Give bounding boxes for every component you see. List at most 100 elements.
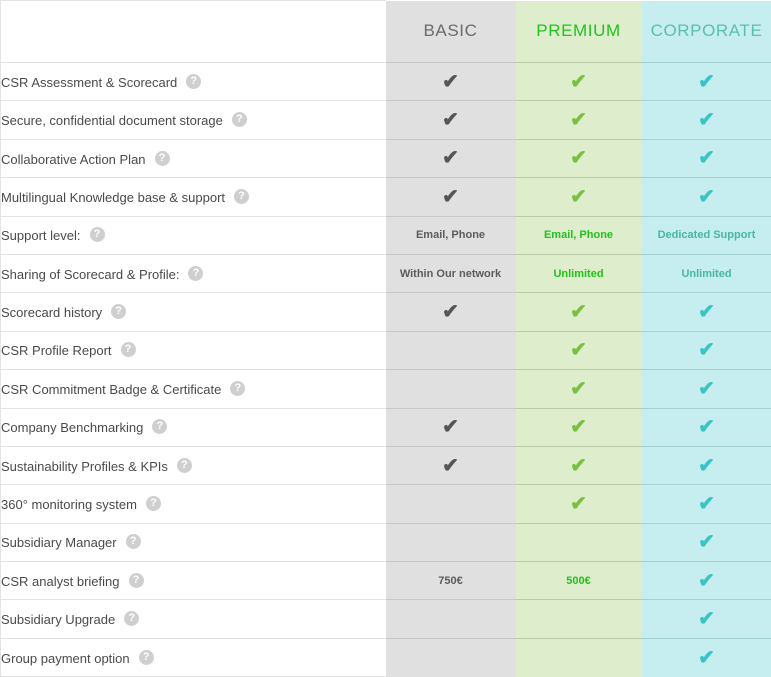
help-icon[interactable]: ? <box>231 112 247 128</box>
check-mark-icon: ✔ <box>570 416 587 439</box>
table-row: CSR Profile Report? ✔ ✔ <box>0 330 771 371</box>
plan-value-text: Unlimited <box>681 267 732 280</box>
feature-label: Sharing of Scorecard & Profile: <box>1 266 180 282</box>
feature-label: 360° monitoring system <box>1 497 137 513</box>
check-mark-icon: ✔ <box>442 301 459 324</box>
plan-cell-premium <box>515 599 642 639</box>
plan-header-basic-label: BASIC <box>423 21 478 41</box>
check-mark-icon: ✔ <box>570 70 587 93</box>
plan-cell-premium: ✔ <box>515 177 642 217</box>
feature-cell: Collaborative Action Plan? <box>0 138 386 179</box>
check-mark-icon: ✔ <box>698 301 715 324</box>
plan-cell-corporate: ✔ <box>641 369 771 409</box>
plan-value-text: 500€ <box>566 574 591 587</box>
help-icon[interactable]: ? <box>138 649 154 665</box>
plan-cell-basic: 750€ <box>385 561 516 600</box>
feature-cell: CSR Profile Report? <box>0 330 386 371</box>
table-row: Sharing of Scorecard & Profile:? Within O… <box>0 253 771 294</box>
plan-comparison-table: BASIC PREMIUM CORPORATE CSR Assessment &… <box>0 0 771 677</box>
empty-value <box>516 524 642 561</box>
plan-cell-corporate: ✔ <box>641 100 771 140</box>
check-mark-icon: ✔ <box>698 339 715 362</box>
feature-label: CSR Assessment & Scorecard <box>1 74 178 90</box>
help-icon[interactable]: ? <box>176 457 192 473</box>
feature-cell: Company Benchmarking? <box>0 407 386 447</box>
feature-cell: Secure, confidential document storage? <box>0 100 386 140</box>
plan-header-basic[interactable]: BASIC <box>385 0 516 63</box>
plan-cell-premium: ✔ <box>515 484 642 524</box>
plan-header-corporate-label: CORPORATE <box>650 21 763 41</box>
help-icon[interactable]: ? <box>234 188 250 204</box>
check-mark-icon: ✔ <box>442 70 459 93</box>
check-mark-icon: ✔ <box>442 185 459 208</box>
help-icon[interactable]: ? <box>125 534 141 550</box>
table-row: Secure, confidential document storage? ✔ ✔… <box>0 100 771 140</box>
plan-cell-corporate: ✔ <box>641 61 771 101</box>
plan-cell-corporate: ✔ <box>641 138 771 178</box>
help-icon[interactable]: ? <box>186 73 202 89</box>
table-row: Company Benchmarking? ✔ ✔ ✔ <box>0 407 771 447</box>
table-row: Collaborative Action Plan? ✔ ✔ ✔ <box>0 138 771 179</box>
table-row: Subsidiary Upgrade? ✔ <box>0 599 771 639</box>
table-row: Subsidiary Manager? ✔ <box>0 522 771 563</box>
help-icon[interactable]: ? <box>120 342 136 358</box>
plan-cell-basic: ✔ <box>385 292 516 332</box>
plan-header-premium-label: PREMIUM <box>536 21 621 41</box>
check-mark-icon: ✔ <box>570 185 587 208</box>
plan-cell-basic: ✔ <box>385 445 516 485</box>
feature-cell: CSR Commitment Badge & Certificate? <box>0 369 386 409</box>
table-row: Group payment option? ✔ <box>0 637 771 677</box>
feature-label: Company Benchmarking <box>1 420 144 436</box>
feature-cell: Support level:? <box>0 215 386 255</box>
help-icon[interactable]: ? <box>188 265 204 281</box>
feature-label: CSR analyst briefing <box>1 573 120 589</box>
feature-label: CSR Commitment Badge & Certificate <box>1 381 222 397</box>
feature-label: Subsidiary Manager <box>1 535 117 551</box>
table-row: CSR analyst briefing? 750€ 500€ ✔ <box>0 561 771 601</box>
plan-header-corporate[interactable]: CORPORATE <box>641 0 771 63</box>
plan-value-text: Within Our network <box>399 267 502 280</box>
check-mark-icon: ✔ <box>570 492 587 515</box>
table-row: Sustainability Profiles & KPIs? ✔ ✔ ✔ <box>0 445 771 486</box>
plan-header-premium[interactable]: PREMIUM <box>515 0 642 63</box>
plan-cell-premium: ✔ <box>515 369 642 409</box>
plan-cell-corporate: ✔ <box>641 177 771 217</box>
plan-cell-premium: ✔ <box>515 100 642 140</box>
plan-cell-basic <box>385 369 516 409</box>
check-mark-icon: ✔ <box>442 109 459 132</box>
help-icon[interactable]: ? <box>154 150 170 166</box>
check-mark-icon: ✔ <box>698 569 715 592</box>
feature-cell: CSR analyst briefing? <box>0 561 386 601</box>
table-header: BASIC PREMIUM CORPORATE <box>0 0 771 63</box>
help-icon[interactable]: ? <box>124 611 140 627</box>
table-row: Multilingual Knowledge base & support? ✔ ✔… <box>0 177 771 217</box>
check-mark-icon: ✔ <box>698 608 715 631</box>
check-mark-icon: ✔ <box>570 109 587 132</box>
help-icon[interactable]: ? <box>128 572 144 588</box>
plan-cell-premium <box>515 637 642 677</box>
check-mark-icon: ✔ <box>570 339 587 362</box>
help-icon[interactable]: ? <box>111 304 127 320</box>
check-mark-icon: ✔ <box>698 70 715 93</box>
plan-cell-basic <box>385 599 516 639</box>
plan-cell-premium: Unlimited <box>515 253 642 293</box>
plan-cell-basic: Within Our network <box>385 253 516 293</box>
feature-cell: Subsidiary Manager? <box>0 522 386 563</box>
feature-label: Scorecard history <box>1 305 103 321</box>
check-mark-icon: ✔ <box>442 416 459 439</box>
empty-value <box>516 600 642 637</box>
help-icon[interactable]: ? <box>152 419 168 435</box>
table-row: CSR Commitment Badge & Certificate? ✔ ✔ <box>0 369 771 409</box>
help-icon[interactable]: ? <box>89 227 105 243</box>
feature-cell: Sharing of Scorecard & Profile:? <box>0 253 386 294</box>
plan-cell-corporate: ✔ <box>641 407 771 447</box>
plan-cell-corporate: ✔ <box>641 522 771 562</box>
check-mark-icon: ✔ <box>698 377 715 400</box>
help-icon[interactable]: ? <box>145 496 161 512</box>
help-icon[interactable]: ? <box>230 380 246 396</box>
feature-label: Collaborative Action Plan <box>1 151 146 167</box>
empty-value <box>386 370 516 407</box>
feature-cell: Sustainability Profiles & KPIs? <box>0 445 386 486</box>
check-mark-icon: ✔ <box>698 492 715 515</box>
empty-value <box>516 639 642 677</box>
